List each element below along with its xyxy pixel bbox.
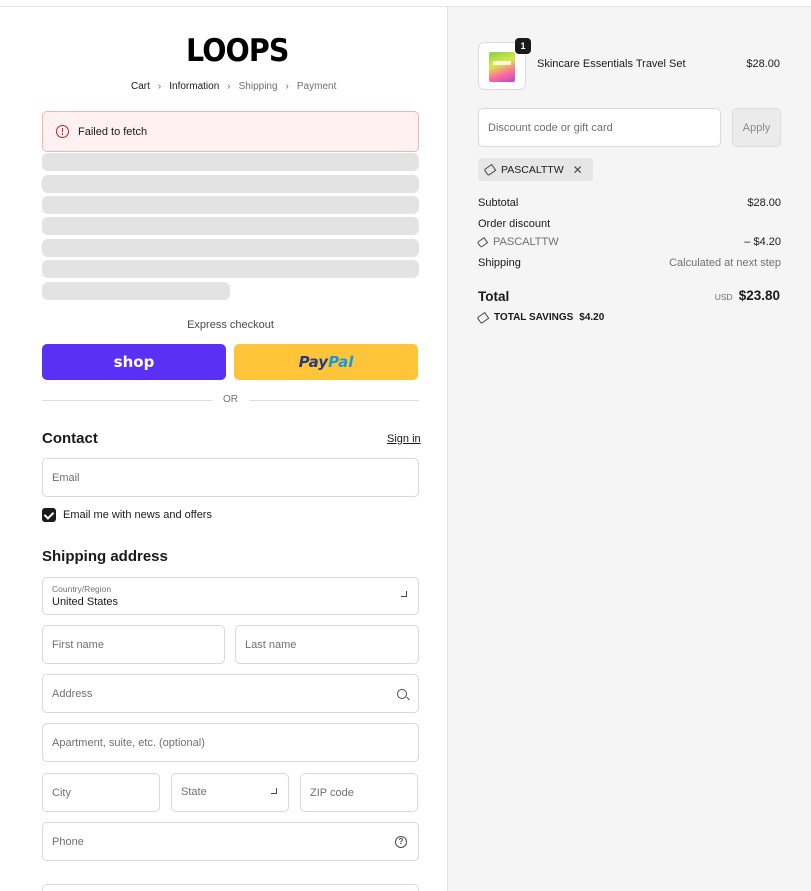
breadcrumb-information: Information (169, 80, 220, 92)
news-opt-in[interactable]: Email me with news and offers (42, 508, 212, 522)
phone-placeholder: Phone (52, 835, 84, 848)
logo-text: LOOPS (186, 33, 289, 69)
last-name-field[interactable]: Last name (235, 625, 419, 664)
chevron-right-icon: › (227, 80, 231, 92)
city-field[interactable]: City (42, 773, 160, 812)
shop-pay-label: shop (113, 353, 155, 371)
applied-code-tag: PASCALTTW ✕ (478, 158, 593, 181)
paypal-button[interactable]: Pay Pal (234, 344, 418, 380)
discount-code-row: PASCALTTW – $4.20 (476, 236, 781, 248)
email-placeholder: Email (52, 471, 80, 484)
apartment-placeholder: Apartment, suite, etc. (optional) (52, 736, 205, 749)
first-name-field[interactable]: First name (42, 625, 225, 664)
zip-field[interactable]: ZIP code (300, 773, 418, 812)
breadcrumb-cart[interactable]: Cart (131, 81, 150, 92)
email-field[interactable]: Email (42, 458, 419, 497)
chevron-right-icon: › (157, 80, 162, 92)
skeleton-line (42, 153, 419, 171)
apartment-field[interactable]: Apartment, suite, etc. (optional) (42, 723, 419, 762)
skeleton-line (42, 217, 419, 235)
country-value: United States (52, 596, 119, 608)
shipping-value: Calculated at next step (669, 257, 781, 269)
tag-icon (476, 236, 489, 248)
total-currency: USD (714, 292, 733, 302)
chevron-right-icon: › (285, 80, 289, 92)
city-placeholder: City (52, 786, 71, 799)
news-label: Email me with news and offers (63, 509, 212, 521)
chevron-down-icon (271, 787, 277, 794)
discount-code-input[interactable]: Discount code or gift card (478, 108, 721, 147)
total-label: Total (478, 289, 510, 304)
skeleton-line (42, 260, 419, 278)
applied-code-label: PASCALTTW (501, 163, 564, 176)
product-price: $28.00 (746, 58, 780, 70)
skeleton-line (42, 239, 419, 257)
country-select[interactable]: Country/Region United States (42, 577, 419, 615)
next-field[interactable] (42, 884, 419, 891)
product-name: Skincare Essentials Travel Set (537, 58, 686, 70)
order-discount-label: Order discount (478, 218, 551, 230)
checkout-main: LOOPS Cart › Information › Shipping › Pa… (0, 7, 447, 891)
tag-icon (483, 163, 497, 176)
express-checkout-label: Express checkout (187, 319, 274, 331)
total-value: $23.80 (738, 288, 780, 303)
discount-placeholder: Discount code or gift card (488, 121, 613, 134)
first-name-placeholder: First name (52, 638, 104, 651)
help-icon[interactable]: ? (395, 835, 407, 848)
breadcrumb-payment: Payment (296, 80, 337, 92)
state-placeholder: State (181, 785, 207, 798)
tag-icon (476, 311, 490, 324)
zip-placeholder: ZIP code (310, 786, 354, 799)
subtotal-label: Subtotal (478, 197, 519, 209)
subtotal-row: Subtotal $28.00 (478, 197, 781, 209)
apply-button[interactable]: Apply (732, 108, 781, 147)
discount-value: – $4.20 (744, 236, 781, 248)
skeleton-line (42, 196, 419, 214)
address-field[interactable]: Address (42, 674, 419, 713)
brand-logo[interactable]: LOOPS (186, 34, 289, 68)
shipping-label: Shipping (478, 257, 521, 269)
divider-line (249, 400, 419, 401)
error-banner: Failed to fetch (42, 111, 419, 152)
country-label: Country/Region (52, 584, 112, 594)
breadcrumb: Cart › Information › Shipping › Payment (131, 79, 336, 93)
news-checkbox[interactable] (42, 508, 56, 522)
error-icon (56, 125, 69, 138)
quantity-badge: 1 (515, 38, 531, 54)
discount-code-line: PASCALTTW (476, 236, 781, 248)
shipping-row: Shipping Calculated at next step (478, 257, 781, 269)
address-placeholder: Address (52, 687, 93, 700)
remove-code-icon[interactable]: ✕ (573, 164, 583, 176)
savings-label: TOTAL SAVINGS (494, 312, 574, 323)
or-divider: OR (42, 394, 419, 406)
total-amount: USD $23.80 (715, 288, 780, 303)
contact-title: Contact (42, 430, 98, 447)
breadcrumb-shipping: Shipping (238, 80, 278, 92)
phone-field[interactable]: Phone ? (42, 822, 419, 861)
shop-pay-button[interactable]: shop (42, 344, 226, 380)
skeleton-line (42, 175, 419, 193)
last-name-placeholder: Last name (245, 638, 297, 651)
paypal-logo-pay: Pay (298, 353, 329, 371)
product-image (489, 52, 515, 82)
error-message: Failed to fetch (78, 125, 148, 138)
paypal-logo-pal: Pal (328, 353, 354, 371)
chevron-down-icon (401, 591, 407, 597)
order-discount-row: Order discount (478, 218, 781, 230)
shipping-address-title: Shipping address (42, 548, 168, 565)
sign-in-link[interactable]: Sign in (387, 433, 421, 445)
savings-value: $4.20 (579, 312, 605, 323)
search-icon (397, 688, 407, 699)
order-summary: 1 Skincare Essentials Travel Set $28.00 … (447, 7, 811, 891)
subtotal-value: $28.00 (747, 197, 781, 209)
total-savings: TOTAL SAVINGS $4.20 (476, 311, 605, 324)
discount-code-label: PASCALTTW (493, 236, 559, 248)
skeleton-line (42, 282, 230, 300)
state-select[interactable]: State (171, 773, 289, 812)
